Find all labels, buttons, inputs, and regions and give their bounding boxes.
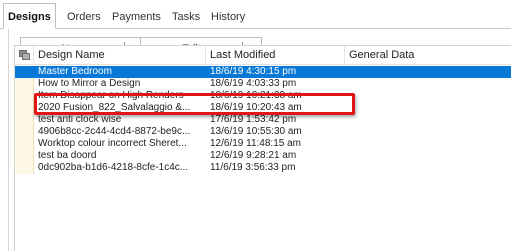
row-indicator: [15, 102, 34, 114]
design-name-cell[interactable]: 0dc902ba-b1d6-4218-8cfe-1c4c...: [34, 162, 206, 174]
general-data-cell[interactable]: [345, 150, 511, 162]
row-indicator: [15, 138, 34, 150]
general-data-cell[interactable]: [345, 114, 511, 126]
design-name-cell[interactable]: test anti clock wise: [34, 114, 206, 126]
row-indicator: [15, 66, 34, 78]
tab-orders[interactable]: Orders: [67, 8, 101, 28]
designs-grid: Design Name Last Modified General Data M…: [14, 45, 511, 251]
table-row[interactable]: Item Disappear on High Renders 18/6/19 1…: [15, 90, 511, 102]
table-row[interactable]: 2020 Fusion_822_Salvalaggio &... 18/6/19…: [15, 102, 511, 114]
general-data-cell[interactable]: [345, 138, 511, 150]
column-header-design-name[interactable]: Design Name: [34, 46, 206, 65]
tab-bar: Designs Orders Payments Tasks History: [0, 0, 511, 29]
general-data-cell[interactable]: [345, 102, 511, 114]
general-data-cell[interactable]: [345, 66, 511, 78]
row-indicator: [15, 90, 34, 102]
row-indicator: [15, 126, 34, 138]
tab-designs[interactable]: Designs: [3, 3, 56, 29]
table-row[interactable]: Master Bedroom 18/6/19 4:30:15 pm: [15, 66, 511, 78]
table-row[interactable]: How to Mirror a Design 18/6/19 4:03:33 p…: [15, 78, 511, 90]
design-name-cell[interactable]: test ba doord: [34, 150, 206, 162]
grid-header: Design Name Last Modified General Data: [15, 46, 511, 65]
row-indicator: [15, 78, 34, 90]
row-indicator: [15, 114, 34, 126]
general-data-cell[interactable]: [345, 78, 511, 90]
tab-tasks[interactable]: Tasks: [172, 8, 200, 28]
design-name-cell[interactable]: 4906b8cc-2c44-4cd4-8872-be9c...: [34, 126, 206, 138]
last-modified-cell[interactable]: 12/6/19 11:48:15 am: [206, 138, 345, 150]
column-header-general-data[interactable]: General Data: [345, 46, 511, 65]
last-modified-cell[interactable]: 11/6/19 3:56:33 pm: [206, 162, 345, 174]
last-modified-cell[interactable]: 17/6/19 1:53:42 pm: [206, 114, 345, 126]
last-modified-cell[interactable]: 12/6/19 9:28:21 am: [206, 150, 345, 162]
table-row[interactable]: test anti clock wise 17/6/19 1:53:42 pm: [15, 114, 511, 126]
last-modified-cell[interactable]: 13/6/19 10:55:30 am: [206, 126, 345, 138]
design-name-cell[interactable]: Item Disappear on High Renders: [34, 90, 206, 102]
general-data-cell[interactable]: [345, 162, 511, 174]
design-name-cell[interactable]: How to Mirror a Design: [34, 78, 206, 90]
design-name-cell[interactable]: Master Bedroom: [34, 66, 206, 78]
row-indicator: [15, 162, 34, 174]
table-row[interactable]: 4906b8cc-2c44-4cd4-8872-be9c... 13/6/19 …: [15, 126, 511, 138]
table-row[interactable]: test ba doord 12/6/19 9:28:21 am: [15, 150, 511, 162]
last-modified-cell[interactable]: 18/6/19 4:03:33 pm: [206, 78, 345, 90]
last-modified-cell[interactable]: 18/6/19 10:21:38 am: [206, 90, 345, 102]
design-name-cell[interactable]: 2020 Fusion_822_Salvalaggio &...: [34, 102, 206, 114]
grid-options-icon: [19, 50, 30, 60]
last-modified-cell[interactable]: 18/6/19 10:20:43 am: [206, 102, 345, 114]
column-header-last-modified[interactable]: Last Modified: [206, 46, 345, 65]
grid-options-cell[interactable]: [15, 46, 34, 65]
row-indicator: [15, 150, 34, 162]
general-data-cell[interactable]: [345, 126, 511, 138]
general-data-cell[interactable]: [345, 90, 511, 102]
tab-history[interactable]: History: [211, 8, 245, 28]
tab-payments[interactable]: Payments: [112, 8, 161, 28]
table-row[interactable]: Worktop colour incorrect Sheret... 12/6/…: [15, 138, 511, 150]
design-name-cell[interactable]: Worktop colour incorrect Sheret...: [34, 138, 206, 150]
last-modified-cell[interactable]: 18/6/19 4:30:15 pm: [206, 66, 345, 78]
table-row[interactable]: 0dc902ba-b1d6-4218-8cfe-1c4c... 11/6/19 …: [15, 162, 511, 174]
